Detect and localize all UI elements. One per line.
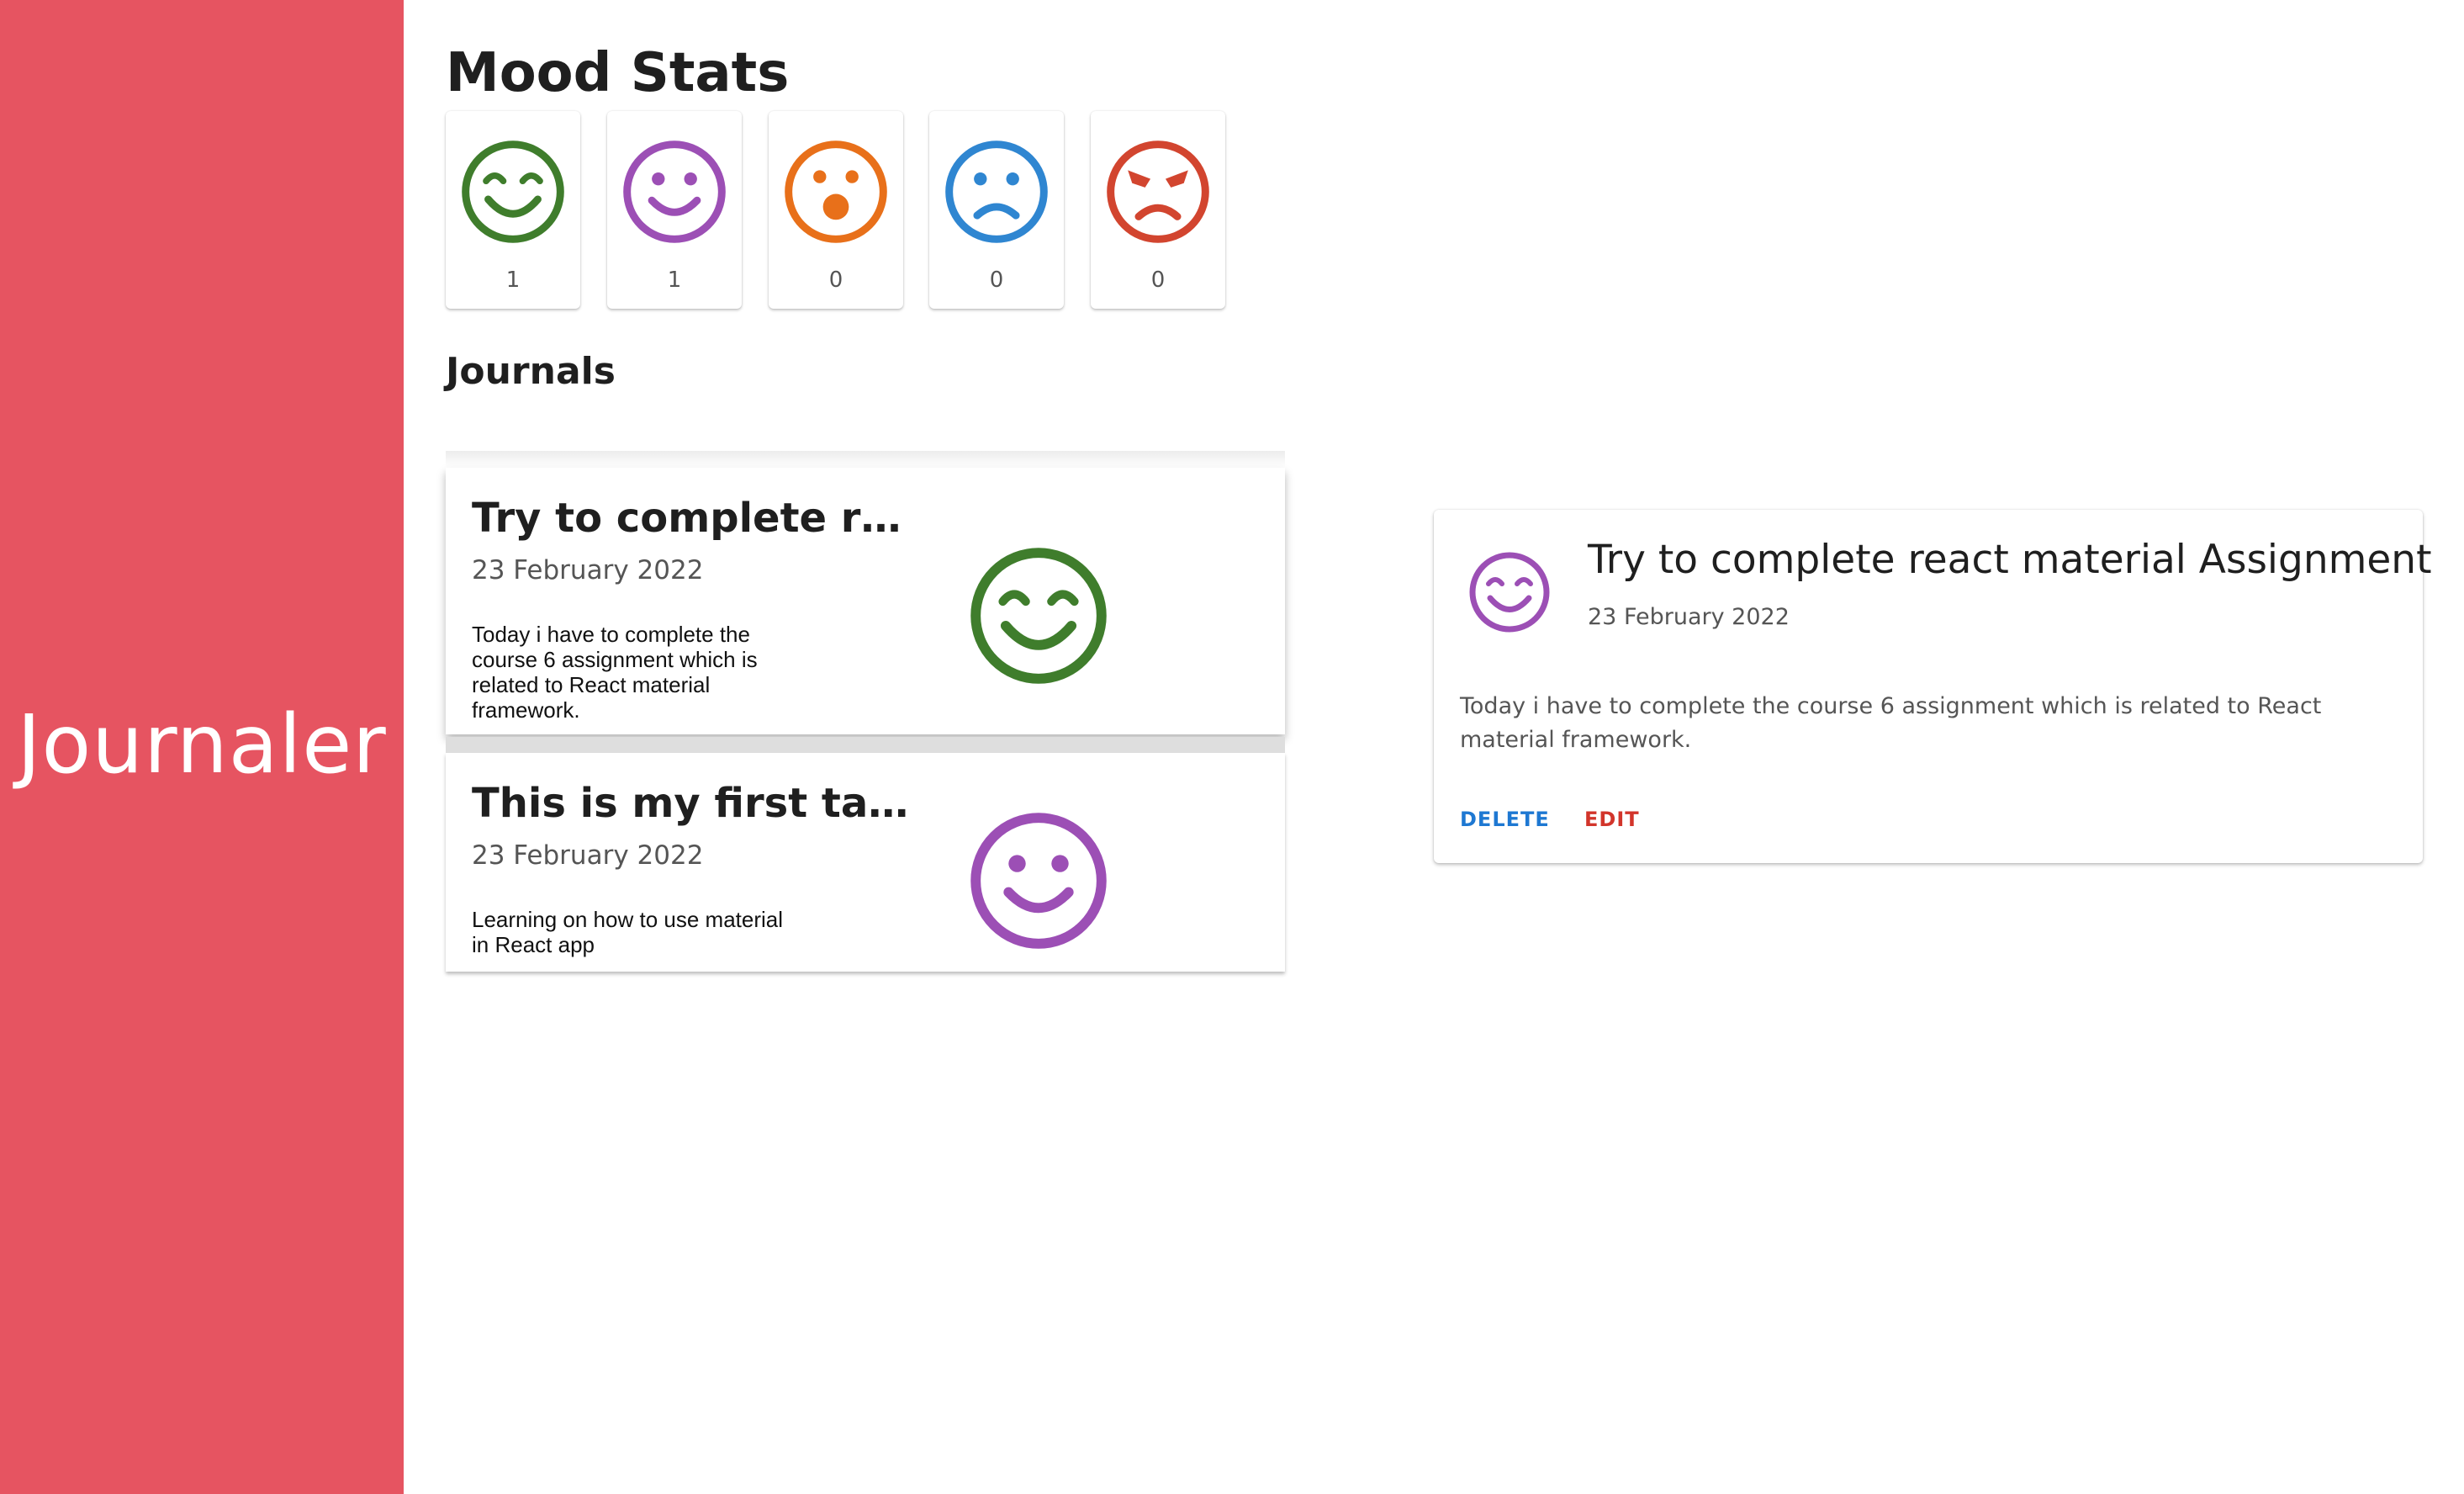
mood-stat-card-surprised[interactable]: 0 <box>769 111 903 309</box>
app-brand[interactable]: Journaler <box>0 698 404 791</box>
journals-title: Journals <box>446 350 616 393</box>
grin-smile-icon <box>970 548 1107 684</box>
journal-item-title: Try to complete react material Assignmen… <box>472 495 926 542</box>
grin-smile-icon <box>462 140 564 243</box>
mood-count: 0 <box>828 268 843 293</box>
journal-item-body: Learning on how to use material in React… <box>472 907 784 957</box>
journal-list-item[interactable]: This is my first task for the React app … <box>446 753 1285 972</box>
angry-icon <box>1107 140 1209 243</box>
journal-item-body: Today i have to complete the course 6 as… <box>472 622 758 723</box>
sad-icon <box>945 140 1048 243</box>
detail-title: Try to complete react material Assignmen… <box>1588 537 2432 583</box>
mood-stat-card-sad[interactable]: 0 <box>929 111 1064 309</box>
smile-icon <box>970 813 1107 949</box>
smile-icon <box>623 140 726 243</box>
journal-item-title: This is my first task for the React app <box>472 780 926 827</box>
sidebar: Journaler <box>0 0 404 1494</box>
grin-smile-icon <box>1469 552 1550 633</box>
mood-stat-card-smile[interactable]: 1 <box>607 111 742 309</box>
journal-list-item[interactable]: Try to complete react material Assignmen… <box>446 468 1285 734</box>
journal-item-date: 23 February 2022 <box>472 555 704 585</box>
list-shadow <box>446 451 1285 468</box>
detail-date: 23 February 2022 <box>1588 604 1790 630</box>
mood-count: 1 <box>505 268 521 293</box>
detail-body: Today i have to complete the course 6 as… <box>1460 693 2322 753</box>
mood-stats-title: Mood Stats <box>446 42 790 104</box>
journal-item-date: 23 February 2022 <box>472 840 704 871</box>
edit-button[interactable]: EDIT <box>1584 808 1640 831</box>
mood-stat-card-happy[interactable]: 1 <box>446 111 580 309</box>
surprised-icon <box>785 140 887 243</box>
mood-count: 0 <box>989 268 1004 293</box>
mood-stat-card-angry[interactable]: 0 <box>1091 111 1225 309</box>
journal-detail-card: Try to complete react material Assignmen… <box>1434 510 2432 863</box>
mood-count: 1 <box>667 268 682 293</box>
list-divider <box>446 737 1285 753</box>
mood-count: 0 <box>1150 268 1166 293</box>
delete-button[interactable]: DELETE <box>1460 808 1550 831</box>
